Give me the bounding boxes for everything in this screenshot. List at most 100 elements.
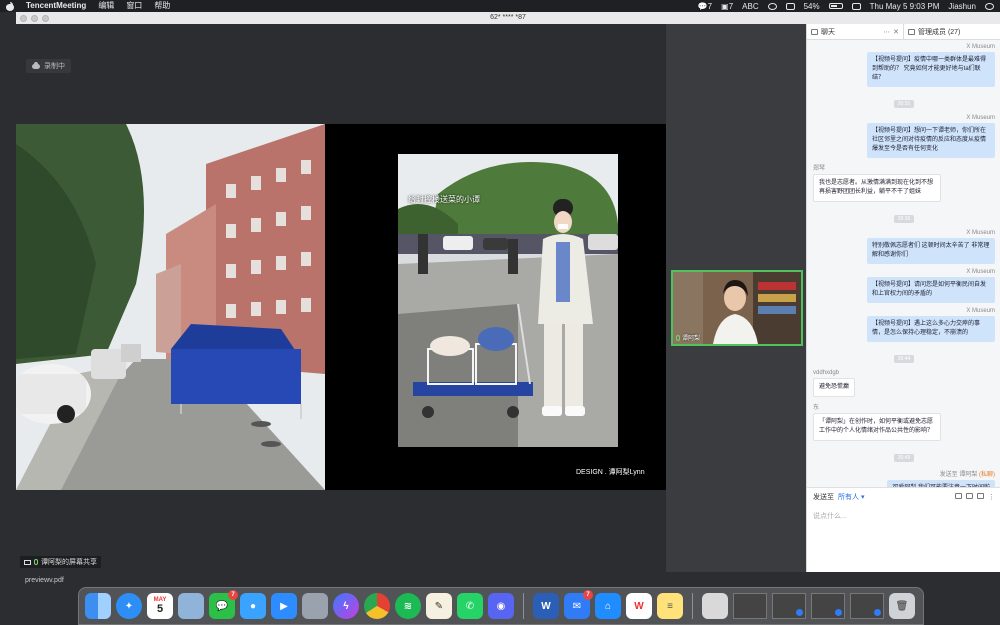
chat-bubble[interactable]: 【视频号提问】遇上这么多心力交瘁的事情，是怎么保持心理稳定，不崩溃的 [867, 316, 995, 342]
speaker-mic-icon [676, 334, 680, 341]
chat-panel: 聊天 ⋯ ✕ 管理成员 (27) X Museum 【视频号提问】疫情中哪一类群体… [806, 24, 1000, 572]
chat-bubble[interactable]: 「谭阿梨」在创作时，如何平衡或避免志愿工作中的个人化情绪对作品公共性的影响？ [813, 413, 941, 441]
word-icon[interactable]: W [533, 593, 559, 619]
chat-message-list[interactable]: X Museum 【视频号提问】疫情中哪一类群体是最难得到帮助的？ 究竟如何才能更… [807, 40, 1000, 487]
zoom-icon[interactable]: ▶ [271, 593, 297, 619]
speaker-name: 谭阿梨 [682, 336, 701, 342]
calendar-icon[interactable]: MAY 5 [147, 593, 173, 619]
spotify-icon[interactable]: ≋ [395, 593, 421, 619]
chat-bubble[interactable]: 特别敬佩志愿者们 这顿时间太辛苦了 非常理解和感谢你们 [867, 238, 995, 264]
chat-timestamp-text: 20:44 [893, 355, 915, 363]
minimized-window-3[interactable] [811, 593, 845, 619]
wifi-icon[interactable] [785, 2, 795, 10]
street-tent-photo [16, 124, 325, 490]
app-badge-icon-2 [835, 609, 842, 616]
chat-bubble[interactable]: 【视频号提问】想问一下谭老师，你们所在社区邻里之间对待疫情的反应和态度从疫情爆发… [867, 123, 995, 158]
chat-message: vddhxdgb 避免恐慌癫 [813, 370, 995, 397]
desktop-file-label[interactable]: previewv.pdf [25, 577, 64, 584]
notes-icon[interactable]: ≡ [657, 593, 683, 619]
app-badge-icon [796, 609, 803, 616]
minimized-window-1[interactable] [733, 593, 767, 619]
battery-icon[interactable] [828, 3, 843, 9]
wechat-icon[interactable]: 💬 7 [209, 590, 238, 619]
screen-share-icon [24, 559, 31, 565]
chat-sender: vddhxdgb [813, 370, 995, 376]
user-name[interactable]: Jiashun [948, 2, 976, 11]
more-options-icon[interactable]: ⋮ [988, 493, 995, 501]
chat-timestamp: 20:44 [813, 347, 995, 365]
tab-chat-label: 聊天 [821, 28, 835, 36]
printer-icon[interactable] [702, 593, 728, 619]
trash-icon[interactable]: 🗑 [889, 593, 915, 619]
menu-help[interactable]: 帮助 [154, 0, 170, 12]
messenger-icon[interactable]: ϟ [333, 593, 359, 619]
menu-window[interactable]: 窗口 [126, 0, 142, 12]
chat-sender: X Museum [813, 308, 995, 314]
tencent-meeting-icon[interactable]: ⌂ [595, 593, 621, 619]
mic-icon [34, 559, 38, 565]
recording-indicator[interactable]: 录制中 [26, 59, 71, 73]
chat-tab-actions: ⋯ ✕ [883, 28, 899, 36]
more-icon[interactable]: ⋯ [883, 28, 890, 36]
emoji-icon[interactable] [955, 493, 962, 499]
finder-icon[interactable] [85, 593, 111, 619]
chat-message: X Museum 【视频号提问】疫情中哪一类群体是最难得到帮助的？ 究竟如何才能更… [813, 44, 995, 87]
chat-sender-name: X Museum [966, 115, 995, 121]
chat-timestamp: 20:31 [813, 92, 995, 110]
pencil-app-icon[interactable]: ✎ [426, 593, 452, 619]
whatsapp-icon[interactable]: ✆ [457, 593, 483, 619]
mail-icon[interactable]: ✉ 7 [564, 590, 593, 619]
send-to-value: 所有人 [838, 494, 859, 501]
chat-sender: X Museum [813, 269, 995, 275]
tab-chat[interactable]: 聊天 ⋯ ✕ [807, 24, 903, 39]
minimized-window-2[interactable] [772, 593, 806, 619]
chat-message: X Museum 【视频号提问】遇上这么多心力交瘁的事情，是怎么保持心理稳定，不崩… [813, 308, 995, 342]
photo-overlay-text: 给封控楼送菜的小谭 [408, 195, 480, 204]
focus-icon[interactable] [767, 2, 777, 10]
control-center-icon[interactable] [851, 2, 861, 10]
tab-members-label: 管理成员 (27) [918, 28, 961, 36]
chat-bubble[interactable]: 避免恐慌癫 [813, 378, 856, 397]
chat-timestamp: 20:49 [813, 446, 995, 464]
private-chat-tag: (私聊) [979, 472, 995, 478]
close-icon[interactable]: ✕ [893, 28, 899, 36]
recording-label: 录制中 [44, 63, 65, 70]
file-icon[interactable] [977, 493, 984, 499]
siri-icon[interactable] [985, 2, 994, 10]
discord-icon[interactable]: ◉ [488, 593, 514, 619]
send-to-label: 发送至 [813, 494, 834, 501]
chat-message: X Museum 【视频号提问】请问您是如何平衡民间自发和上官权力间的矛盾的 [813, 269, 995, 303]
notification-status-count: 7 [728, 1, 734, 11]
send-to-select[interactable]: 所有人 ▾ [838, 492, 864, 502]
wps-icon[interactable]: W [626, 593, 652, 619]
notification-status-icon[interactable]: ▣7 [721, 2, 733, 11]
apple-icon[interactable] [6, 1, 14, 11]
menu-edit[interactable]: 编辑 [98, 0, 114, 12]
preview-icon[interactable] [178, 593, 204, 619]
image-capture-icon[interactable] [302, 593, 328, 619]
chat-bubble[interactable]: 【视频号提问】请问您是如何平衡民间自发和上官权力间的矛盾的 [867, 277, 995, 303]
chat-sender-name: X Museum [966, 230, 995, 236]
menu-app-name[interactable]: TencentMeeting [26, 0, 86, 12]
input-method-icon[interactable]: ABC [742, 2, 758, 11]
minimized-window-4[interactable] [850, 593, 884, 619]
chat-sender-name: 郑琴 [813, 166, 826, 172]
messages-icon[interactable]: ● [240, 593, 266, 619]
safari-icon[interactable]: ✦ [116, 593, 142, 619]
clock[interactable]: Thu May 5 9:03 PM [870, 2, 940, 11]
speaker-video-tile[interactable]: 谭阿梨 [671, 270, 803, 346]
meeting-window: 62* **** *87 录制中 给封控楼送菜的小谭 DESIGN . 谭阿梨L… [16, 12, 1000, 572]
meeting-id-title: 62* **** *87 [490, 14, 526, 21]
chat-input-area: 发送至 所有人 ▾ ⋮ 说点什么... [807, 487, 1000, 572]
tab-members[interactable]: 管理成员 (27) [903, 24, 1000, 39]
chrome-icon[interactable] [364, 593, 390, 619]
image-icon[interactable] [966, 493, 973, 499]
chat-bubble[interactable]: 【视频号提问】疫情中哪一类群体是最难得到帮助的？ 究竟如何才能更好地与ta们联结… [867, 52, 995, 87]
chat-bubble[interactable]: 可爱阿梨 我们可能要注意一下时间啦 [887, 480, 995, 487]
screen-share-label[interactable]: 谭阿梨的屏幕共享 [20, 556, 101, 568]
chat-input[interactable]: 说点什么... [813, 511, 995, 521]
chat-timestamp-text: 20:49 [893, 454, 915, 462]
input-tools: ⋮ [955, 493, 995, 501]
wechat-status-icon[interactable]: 💬7 [698, 2, 712, 11]
chat-bubble[interactable]: 我也是志愿者。从激情满满到现在化到不想再损害野团团长利益，躺平不干了姐妹 [813, 174, 941, 202]
